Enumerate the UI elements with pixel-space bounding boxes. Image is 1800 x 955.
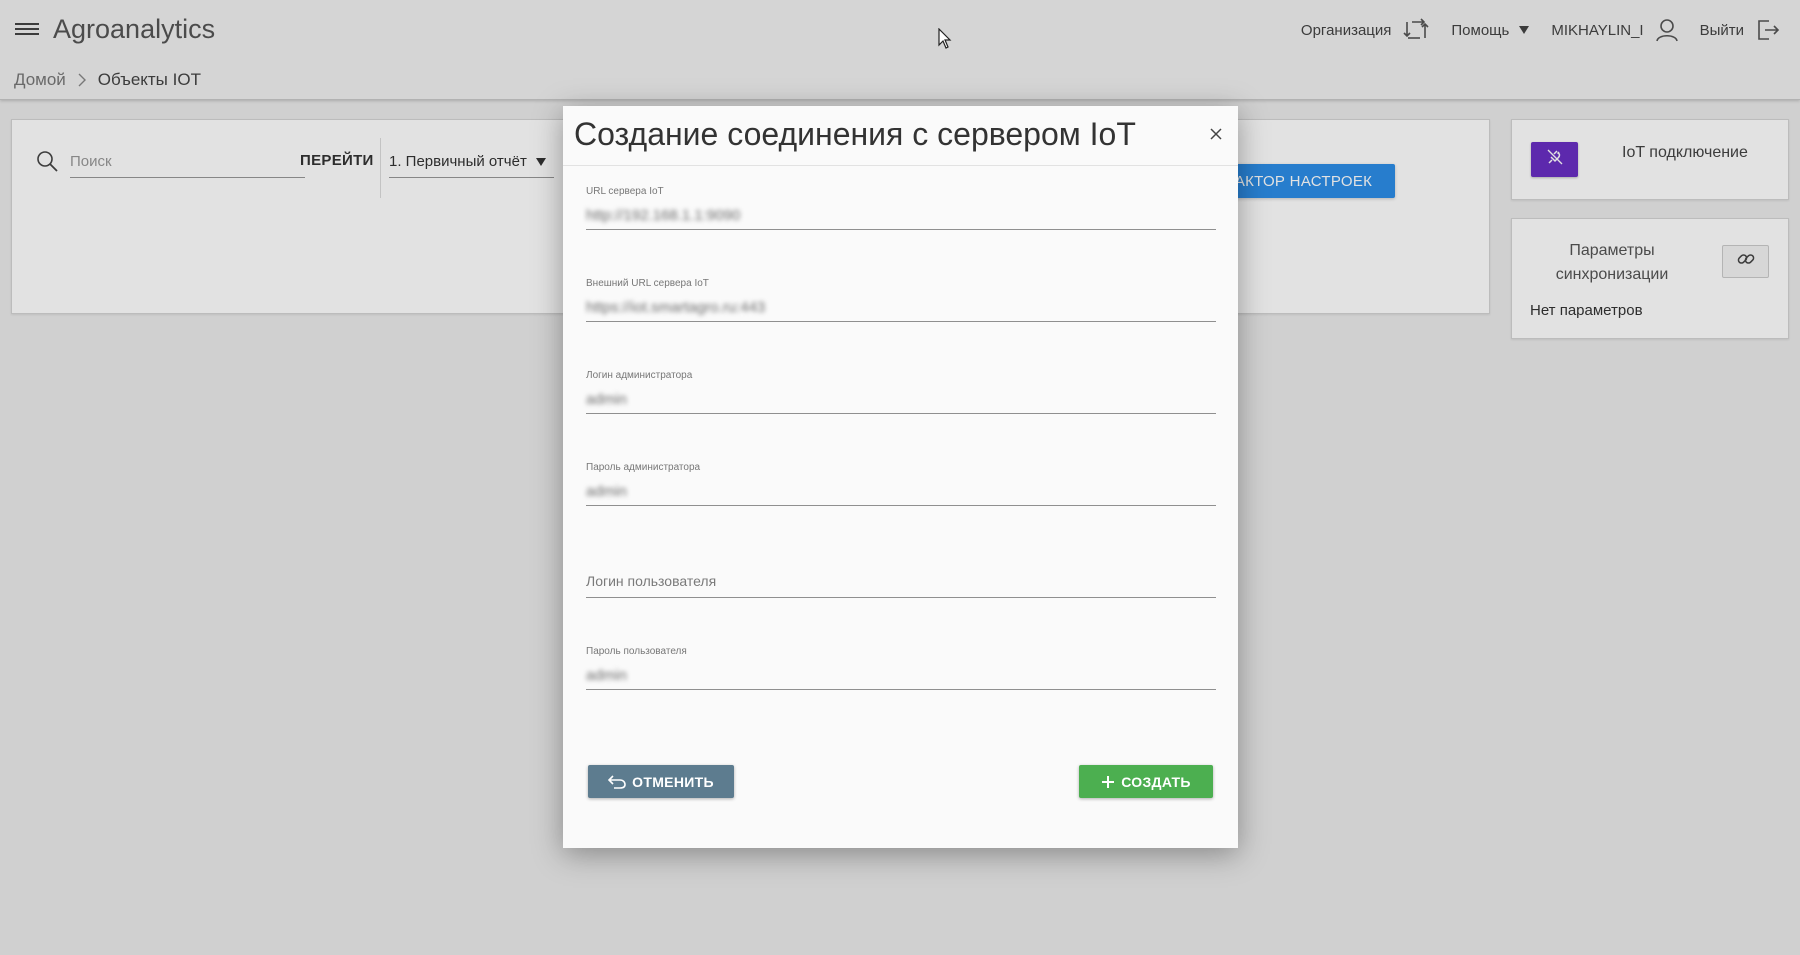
field-label: Логин администратора [586, 370, 693, 381]
plus-icon [1101, 775, 1115, 789]
server-url-input[interactable] [586, 203, 1186, 227]
user-password-input[interactable] [586, 663, 1186, 687]
dialog-title: Создание соединения с сервером IoT [574, 116, 1136, 152]
undo-icon [608, 774, 626, 789]
field-label: Пароль пользователя [586, 646, 687, 657]
field-underline [586, 229, 1216, 230]
field-underline [586, 689, 1216, 690]
admin-login-input[interactable] [586, 387, 1186, 411]
field-underline [586, 505, 1216, 506]
mouse-cursor-icon [938, 27, 952, 55]
field-underline [586, 597, 1216, 598]
create-iot-connection-dialog: Создание соединения с сервером IoT URL с… [563, 106, 1238, 848]
cancel-button[interactable]: ОТМЕНИТЬ [588, 765, 734, 798]
user-login-input[interactable] [586, 568, 1206, 594]
field-label: Внешний URL сервера IoT [586, 278, 709, 289]
dialog-header: Создание соединения с сервером IoT [563, 106, 1238, 166]
cancel-label: ОТМЕНИТЬ [632, 773, 714, 790]
field-label: URL сервера IoT [586, 186, 664, 197]
create-button[interactable]: СОЗДАТЬ [1079, 765, 1213, 798]
field-underline [586, 321, 1216, 322]
create-label: СОЗДАТЬ [1121, 773, 1191, 790]
admin-password-input[interactable] [586, 479, 1186, 503]
close-icon[interactable] [1206, 124, 1226, 144]
field-label: Пароль администратора [586, 462, 701, 473]
external-url-input[interactable] [586, 295, 1186, 319]
field-underline [586, 413, 1216, 414]
